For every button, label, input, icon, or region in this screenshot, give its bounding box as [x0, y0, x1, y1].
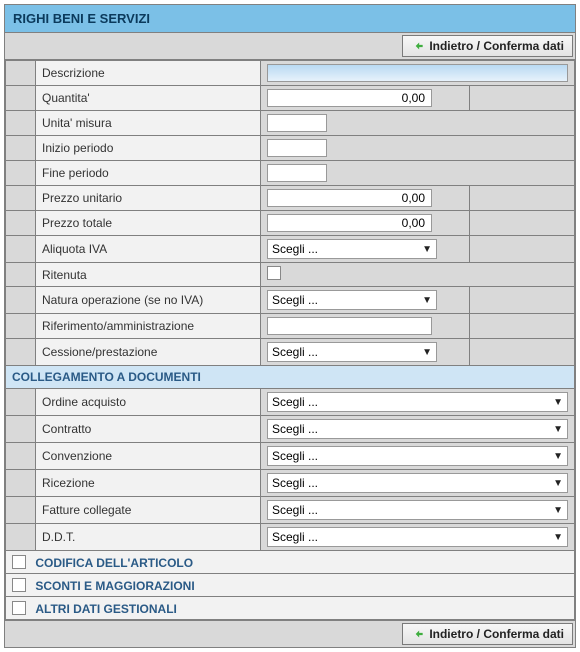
label-ritenuta: Ritenuta: [36, 263, 261, 287]
toolbar-bottom: Indietro / Conferma dati: [5, 620, 575, 647]
select-ordine-acquisto-value: Scegli ...: [272, 395, 318, 409]
select-natura-op-value: Scegli ...: [272, 293, 318, 307]
label-aliquota-iva: Aliquota IVA: [36, 236, 261, 263]
checkbox-altri-dati[interactable]: [12, 601, 26, 615]
row-natura-operazione: Natura operazione (se no IVA) Scegli ...…: [6, 287, 575, 314]
input-prezzo-unitario[interactable]: [267, 189, 432, 207]
select-convenzione-value: Scegli ...: [272, 449, 318, 463]
section-collegamento-label: COLLEGAMENTO A DOCUMENTI: [6, 366, 575, 389]
back-button-label: Indietro / Conferma dati: [429, 39, 564, 53]
back-confirm-button-bottom[interactable]: Indietro / Conferma dati: [402, 623, 573, 645]
label-ddt: D.D.T.: [36, 524, 261, 551]
select-fatture-collegate[interactable]: Scegli ... ▼: [267, 500, 568, 520]
back-arrow-icon: [411, 627, 425, 641]
label-ordine-acquisto: Ordine acquisto: [36, 389, 261, 416]
checkbox-sconti-maggiorazioni[interactable]: [12, 578, 26, 592]
row-aliquota-iva: Aliquota IVA Scegli ... ▼: [6, 236, 575, 263]
select-ddt-value: Scegli ...: [272, 530, 318, 544]
checkbox-codifica-articolo[interactable]: [12, 555, 26, 569]
select-cessione-value: Scegli ...: [272, 345, 318, 359]
back-confirm-button-top[interactable]: Indietro / Conferma dati: [402, 35, 573, 57]
checkbox-ritenuta[interactable]: [267, 266, 281, 280]
chevron-down-icon: ▼: [422, 244, 432, 255]
row-descrizione: Descrizione: [6, 61, 575, 86]
label-prezzo-unitario: Prezzo unitario: [36, 186, 261, 211]
collapsible-altri-dati-gestionali: ALTRI DATI GESTIONALI: [6, 597, 575, 620]
input-fine-periodo[interactable]: [267, 164, 327, 182]
row-riferimento-amm: Riferimento/amministrazione: [6, 314, 575, 339]
label-prezzo-totale: Prezzo totale: [36, 211, 261, 236]
label-riferimento-amm: Riferimento/amministrazione: [36, 314, 261, 339]
label-quantita: Quantita': [36, 86, 261, 111]
select-contratto[interactable]: Scegli ... ▼: [267, 419, 568, 439]
input-quantita[interactable]: [267, 89, 432, 107]
row-inizio-periodo: Inizio periodo: [6, 136, 575, 161]
chevron-down-icon: ▼: [553, 532, 563, 543]
section-header-collegamento: COLLEGAMENTO A DOCUMENTI: [6, 366, 575, 389]
chevron-down-icon: ▼: [553, 424, 563, 435]
row-contratto: Contratto Scegli ... ▼: [6, 416, 575, 443]
select-aliquota-iva[interactable]: Scegli ... ▼: [267, 239, 437, 259]
chevron-down-icon: ▼: [553, 478, 563, 489]
chevron-down-icon: ▼: [422, 295, 432, 306]
label-contratto: Contratto: [36, 416, 261, 443]
input-prezzo-totale[interactable]: [267, 214, 432, 232]
input-descrizione[interactable]: [267, 64, 568, 82]
row-fine-periodo: Fine periodo: [6, 161, 575, 186]
chevron-down-icon: ▼: [422, 347, 432, 358]
collapsible-sconti-maggiorazioni: SCONTI E MAGGIORAZIONI: [6, 574, 575, 597]
collapsible-codifica-label: CODIFICA DELL'ARTICOLO: [35, 555, 193, 569]
select-aliquota-iva-value: Scegli ...: [272, 242, 318, 256]
label-inizio-periodo: Inizio periodo: [36, 136, 261, 161]
select-natura-operazione[interactable]: Scegli ... ▼: [267, 290, 437, 310]
select-fatture-value: Scegli ...: [272, 503, 318, 517]
label-natura-operazione: Natura operazione (se no IVA): [36, 287, 261, 314]
row-quantita: Quantita': [6, 86, 575, 111]
panel-title: RIGHI BENI E SERVIZI: [5, 5, 575, 33]
input-unita-misura[interactable]: [267, 114, 327, 132]
row-ordine-acquisto: Ordine acquisto Scegli ... ▼: [6, 389, 575, 416]
row-cessione-prestazione: Cessione/prestazione Scegli ... ▼: [6, 339, 575, 366]
label-cessione-prestazione: Cessione/prestazione: [36, 339, 261, 366]
select-convenzione[interactable]: Scegli ... ▼: [267, 446, 568, 466]
back-button-label-bottom: Indietro / Conferma dati: [429, 627, 564, 641]
row-convenzione: Convenzione Scegli ... ▼: [6, 443, 575, 470]
chevron-down-icon: ▼: [553, 397, 563, 408]
label-unita-misura: Unita' misura: [36, 111, 261, 136]
row-prezzo-unitario: Prezzo unitario: [6, 186, 575, 211]
row-ricezione: Ricezione Scegli ... ▼: [6, 470, 575, 497]
row-unita-misura: Unita' misura: [6, 111, 575, 136]
label-fine-periodo: Fine periodo: [36, 161, 261, 186]
row-fatture-collegate: Fatture collegate Scegli ... ▼: [6, 497, 575, 524]
main-panel: RIGHI BENI E SERVIZI Indietro / Conferma…: [4, 4, 576, 648]
back-arrow-icon: [411, 39, 425, 53]
row-prezzo-totale: Prezzo totale: [6, 211, 575, 236]
chevron-down-icon: ▼: [553, 505, 563, 516]
select-ordine-acquisto[interactable]: Scegli ... ▼: [267, 392, 568, 412]
select-ddt[interactable]: Scegli ... ▼: [267, 527, 568, 547]
select-contratto-value: Scegli ...: [272, 422, 318, 436]
chevron-down-icon: ▼: [553, 451, 563, 462]
toolbar-top: Indietro / Conferma dati: [5, 33, 575, 60]
label-ricezione: Ricezione: [36, 470, 261, 497]
input-inizio-periodo[interactable]: [267, 139, 327, 157]
form-table: Descrizione Quantita' Unita' misura Iniz…: [5, 60, 575, 620]
label-convenzione: Convenzione: [36, 443, 261, 470]
row-ritenuta: Ritenuta: [6, 263, 575, 287]
select-ricezione-value: Scegli ...: [272, 476, 318, 490]
select-ricezione[interactable]: Scegli ... ▼: [267, 473, 568, 493]
select-cessione-prestazione[interactable]: Scegli ... ▼: [267, 342, 437, 362]
row-ddt: D.D.T. Scegli ... ▼: [6, 524, 575, 551]
label-fatture-collegate: Fatture collegate: [36, 497, 261, 524]
input-riferimento-amm[interactable]: [267, 317, 432, 335]
label-descrizione: Descrizione: [36, 61, 261, 86]
collapsible-altri-dati-label: ALTRI DATI GESTIONALI: [35, 601, 177, 615]
collapsible-sconti-label: SCONTI E MAGGIORAZIONI: [35, 578, 194, 592]
collapsible-codifica-articolo: CODIFICA DELL'ARTICOLO: [6, 551, 575, 574]
